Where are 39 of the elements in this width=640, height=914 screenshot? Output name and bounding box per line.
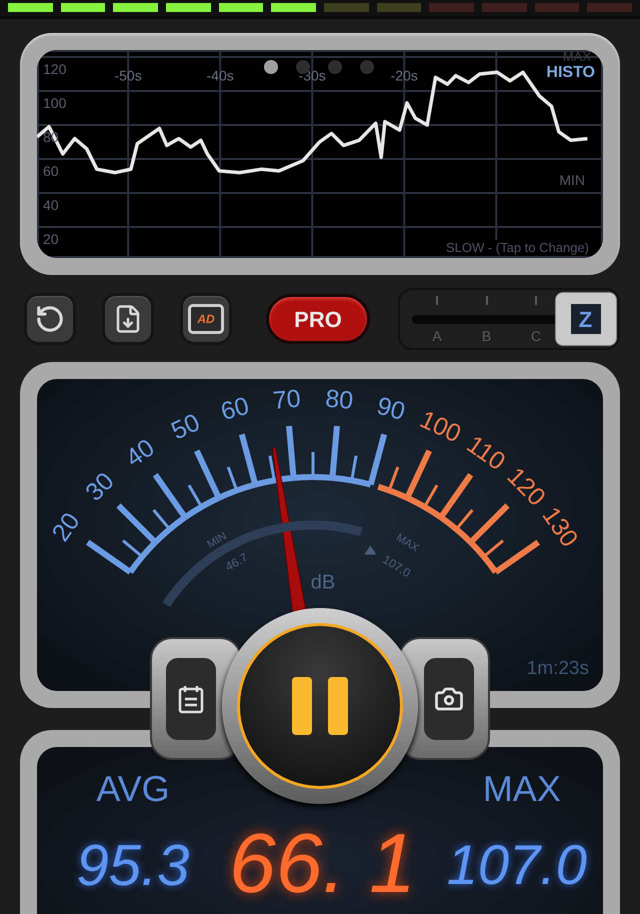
slider-thumb[interactable]: Z [554,292,616,346]
scale-label: 90 [374,392,408,426]
scale-label: 30 [80,467,120,507]
save-button[interactable] [102,293,154,345]
current-value: 66. 1 [229,821,416,912]
x-axis-label: -40s [206,68,234,84]
notepad-icon [177,684,205,714]
avg-label: AVG [96,771,170,807]
elapsed-time: 1m:23s [526,656,589,680]
y-axis-label: 60 [43,163,59,180]
max-marker-icon [364,546,376,555]
y-axis-label: 120 [43,60,66,77]
average-value: 95.3 [76,837,190,900]
pro-button[interactable]: PRO [266,294,370,344]
min-label: MIN [205,530,229,551]
unit-label: dB [310,571,336,594]
histo-label[interactable]: HISTO [546,64,595,82]
weighting-value: Z [570,304,600,334]
reset-button[interactable] [24,293,76,345]
x-axis-label: -20s [390,68,418,84]
scale-label: 80 [324,384,354,415]
ad-button[interactable]: AD [180,293,232,345]
ad-label: AD [197,313,215,325]
max-label: MAX [394,532,421,554]
reset-icon [35,304,65,334]
max-value: 107.0 [446,837,587,898]
scale-label: 60 [218,392,252,426]
scale-label: 50 [167,408,204,446]
y-axis-label: 100 [43,95,66,111]
scale-label: 70 [272,384,302,415]
pause-icon [290,676,350,736]
x-axis-label: -50s [114,68,142,84]
scale-label: 20 [46,508,86,547]
scale-label: 40 [120,434,160,473]
max-label: MAX [482,771,561,807]
weighting-slider[interactable]: A B C Z [398,288,620,350]
min-value: 46.7 [222,550,250,574]
y-axis-label: 40 [43,197,59,214]
y-axis-label: 20 [43,231,59,248]
